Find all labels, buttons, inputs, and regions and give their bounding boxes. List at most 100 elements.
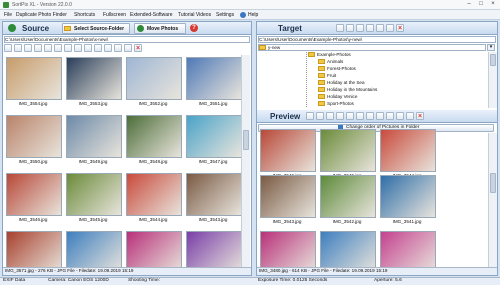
tree-item-folder[interactable]: Fruit [318, 73, 336, 79]
menu-extended-software[interactable]: Extended-Software [130, 12, 173, 18]
thumbnail-label: IMG_3552.jpg [138, 101, 168, 106]
sort-icon[interactable] [104, 44, 112, 52]
exif-camera: Camera: Canon EOS 1200D [48, 278, 109, 283]
zoom-out-icon[interactable] [336, 112, 344, 120]
filter-icon[interactable] [94, 44, 102, 52]
zoom-in-icon[interactable] [24, 44, 32, 52]
undo-icon[interactable] [406, 112, 414, 120]
move-icon [137, 25, 144, 32]
source-title: Source [22, 24, 50, 33]
source-thumbnail[interactable]: IMG_3548.jpg [124, 113, 182, 169]
rotate-icon[interactable] [346, 112, 354, 120]
tree-item-root[interactable]: Example-Photos [308, 52, 351, 58]
view-grid-icon[interactable] [316, 112, 324, 120]
maximize-icon[interactable]: □ [476, 1, 486, 8]
chevron-down-icon[interactable]: ▾ [487, 44, 495, 51]
tree-item-folder[interactable]: Holiday Venice [318, 94, 357, 100]
preview-thumbnail-grid: IMG_3546.jpgIMG_3545.jpgIMG_3544.jpgIMG_… [258, 129, 486, 274]
source-thumbnail[interactable]: IMG_3544.jpg [124, 171, 182, 227]
target-title: Target [278, 24, 302, 33]
photo-thumbnail-image [126, 57, 182, 100]
preview-scrollbar[interactable] [488, 133, 497, 267]
view-grid-icon[interactable] [346, 24, 354, 32]
thumbnail-label: IMG_3541.jpg [392, 219, 422, 224]
folder-up-icon[interactable] [336, 24, 344, 32]
target-scrollbar[interactable] [488, 52, 497, 108]
view-grid-icon[interactable] [4, 44, 12, 52]
source-thumbnail[interactable]: IMG_3551.jpg [184, 55, 242, 111]
menu-file[interactable]: File [4, 12, 12, 18]
photo-thumbnail-image [6, 115, 62, 158]
minimize-icon[interactable]: – [464, 1, 474, 8]
source-thumbnail[interactable]: IMG_3545.jpg [64, 171, 122, 227]
photo-thumbnail-image [6, 173, 62, 216]
refresh-icon[interactable] [306, 112, 314, 120]
preview-thumbnail[interactable]: IMG_3543.jpg [258, 173, 316, 229]
delete-icon[interactable]: × [416, 112, 424, 120]
menu-help[interactable]: Help [248, 12, 258, 18]
photo-thumbnail-image [126, 173, 182, 216]
delete-icon[interactable]: × [396, 24, 404, 32]
exif-exposure: Exposure Time: 0.0125 Seconds [258, 278, 328, 283]
tree-item-folder[interactable]: Sport-Photos [318, 101, 354, 107]
menu-tutorial-videos[interactable]: Tutorial Videos [178, 12, 211, 18]
refresh-icon[interactable] [44, 44, 52, 52]
copy-icon[interactable] [64, 44, 72, 52]
help-icon[interactable] [240, 12, 246, 18]
rename-icon[interactable] [366, 24, 374, 32]
tree-item-folder[interactable]: Forest-Photos [318, 66, 356, 72]
info-icon[interactable] [396, 112, 404, 120]
menu-duplicate-photo-finder[interactable]: Duplicate Photo Finder [16, 12, 67, 18]
zoom-out-icon[interactable] [34, 44, 42, 52]
settings-icon[interactable] [386, 112, 394, 120]
sort-icon[interactable] [366, 112, 374, 120]
delete-icon[interactable]: × [134, 44, 142, 52]
preview-thumbnail[interactable]: IMG_3542.jpg [318, 173, 376, 229]
tree-item-folder[interactable]: Holiday in the Mountains [318, 87, 377, 93]
source-thumbnail[interactable]: IMG_3553.jpg [64, 55, 122, 111]
settings-icon[interactable] [114, 44, 122, 52]
scrollbar-thumb[interactable] [490, 54, 496, 66]
help-icon[interactable]: ? [190, 24, 198, 32]
source-path: C:\Users\User\Documents\Example-Photos\x… [4, 36, 250, 43]
preview-thumbnail[interactable]: IMG_3541.jpg [378, 173, 436, 229]
source-thumbnail[interactable]: IMG_3549.jpg [64, 113, 122, 169]
scrollbar-thumb[interactable] [243, 130, 249, 150]
exif-aperture: Aperture: 5.6 [374, 278, 402, 283]
close-icon[interactable]: × [488, 1, 498, 8]
thumbnail-label: IMG_3553.jpg [78, 101, 108, 106]
zoom-in-icon[interactable] [326, 112, 334, 120]
target-folder-dropdown[interactable]: y-new [258, 44, 486, 51]
view-list-icon[interactable] [14, 44, 22, 52]
menu-shortcuts[interactable]: Shortcuts [74, 12, 95, 18]
source-thumbnail[interactable]: IMG_3550.jpg [4, 113, 62, 169]
source-thumbnail[interactable]: IMG_3552.jpg [124, 55, 182, 111]
undo-icon[interactable] [386, 24, 394, 32]
tree-item-folder[interactable]: Holiday at the Sea [318, 80, 365, 86]
paste-icon[interactable] [74, 44, 82, 52]
source-thumbnail[interactable]: IMG_3546.jpg [4, 171, 62, 227]
undo-icon[interactable] [84, 44, 92, 52]
menu-fullscreen[interactable]: Fullscreen [103, 12, 126, 18]
source-thumbnail-grid: IMG_3554.jpg IMG_3553.jpg IMG_3552.jpg IMG_… [4, 55, 242, 274]
source-thumbnail[interactable]: IMG_3543.jpg [184, 171, 242, 227]
filter-icon[interactable] [376, 112, 384, 120]
source-scrollbar[interactable] [241, 55, 250, 267]
thumbnail-label: IMG_3543.jpg [272, 219, 302, 224]
source-thumbnail[interactable]: IMG_3547.jpg [184, 113, 242, 169]
scrollbar-thumb[interactable] [490, 173, 496, 193]
undo-icon[interactable] [124, 44, 132, 52]
new-folder-icon[interactable] [356, 24, 364, 32]
tree-item-folder[interactable]: Animals [318, 59, 343, 65]
rotate-icon[interactable] [54, 44, 62, 52]
copy-icon[interactable] [356, 112, 364, 120]
source-arrow-icon [8, 24, 16, 32]
thumbnail-label: IMG_3542.jpg [332, 219, 362, 224]
app-icon [3, 2, 9, 8]
source-thumbnail[interactable]: IMG_3554.jpg [4, 55, 62, 111]
folder-icon [64, 26, 71, 31]
dropdown-value: y-new [268, 45, 281, 50]
copy-icon[interactable] [376, 24, 384, 32]
photo-thumbnail-image [126, 115, 182, 158]
menu-settings[interactable]: Settings [216, 12, 234, 18]
